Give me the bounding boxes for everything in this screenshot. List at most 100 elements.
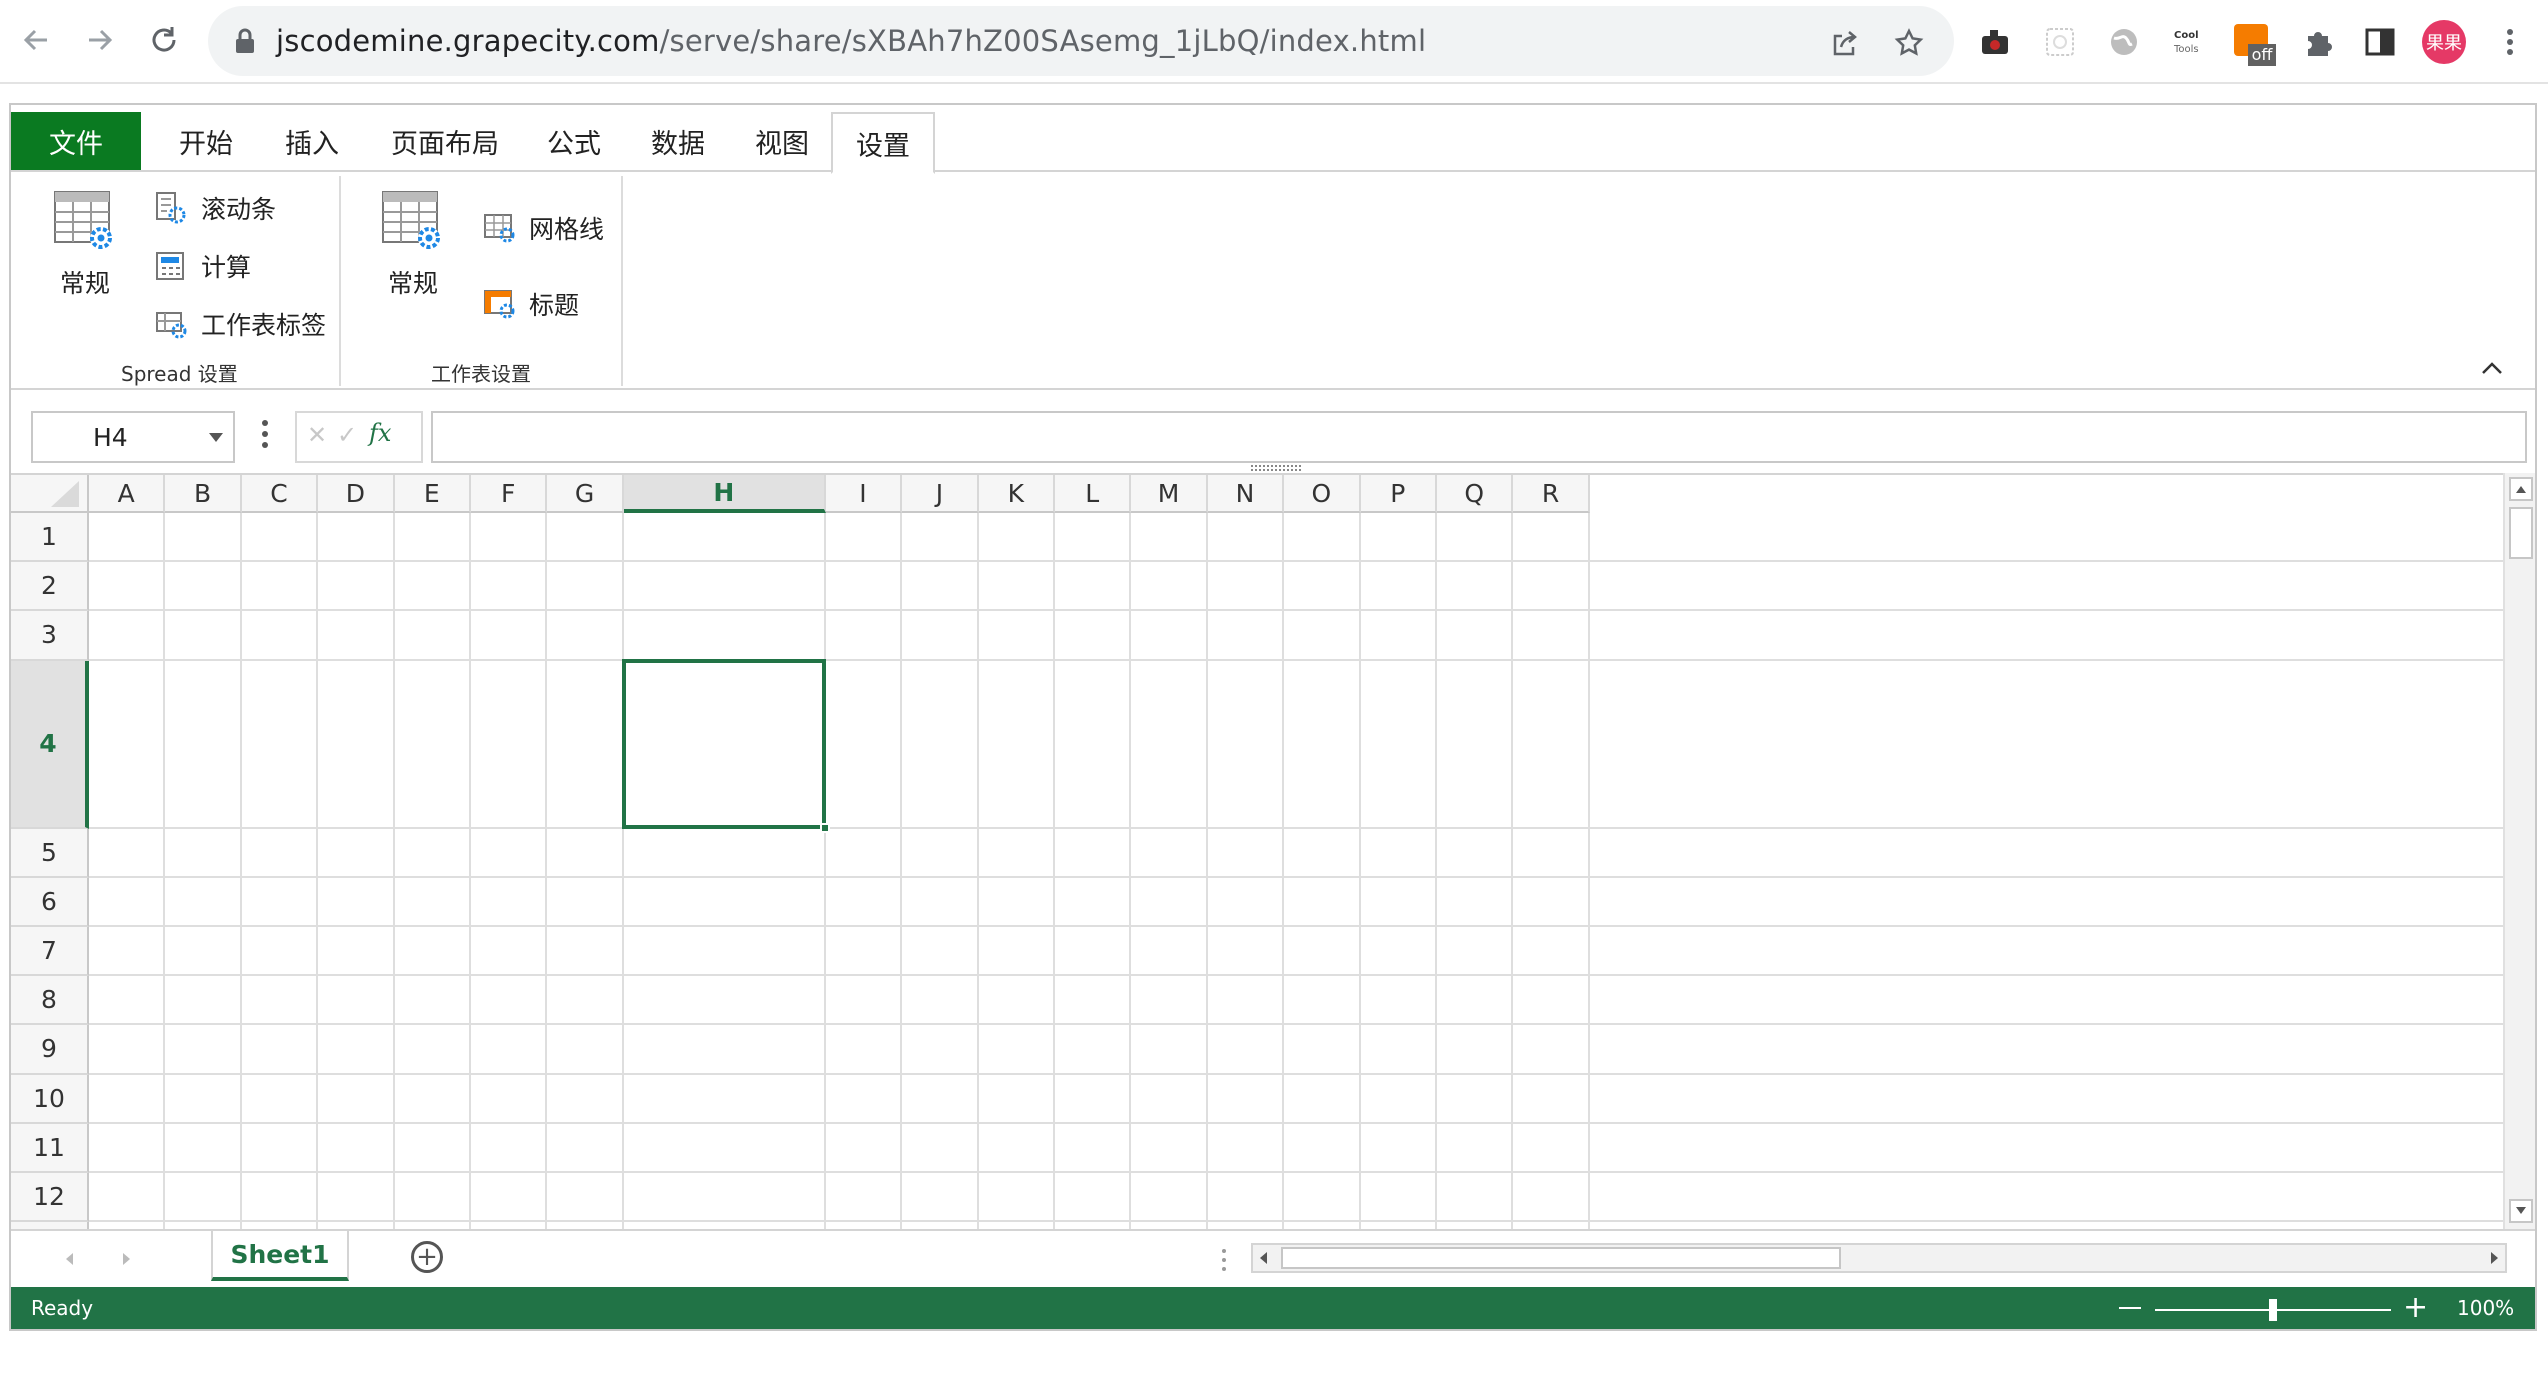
tab-view[interactable]: 视图 [737, 112, 827, 170]
gridlines-label: 网格线 [529, 215, 605, 244]
address-bar[interactable]: jscodemine.grapecity.com/serve/share/sXB… [208, 6, 1954, 76]
row-header[interactable]: 11 [11, 1123, 89, 1173]
row-gridline [89, 1072, 2503, 1075]
row-header[interactable]: 9 [11, 1025, 89, 1075]
row-header[interactable]: 5 [11, 828, 89, 878]
spread-general-button[interactable]: 常规 [25, 172, 145, 302]
horizontal-scrollbar[interactable] [1251, 1243, 2507, 1273]
zoom-in-icon[interactable]: + [2403, 1290, 2428, 1325]
tab-insert[interactable]: 插入 [267, 112, 357, 170]
next-sheet-icon[interactable] [121, 1251, 133, 1267]
zoom-slider-thumb[interactable] [2269, 1299, 2277, 1321]
column-header[interactable]: J [902, 475, 979, 513]
tab-settings[interactable]: 设置 [831, 112, 935, 174]
calculation-button[interactable]: 计算 [155, 244, 251, 288]
column-header[interactable]: L [1055, 475, 1132, 513]
prev-sheet-icon[interactable] [63, 1251, 75, 1267]
tab-data[interactable]: 数据 [633, 112, 723, 170]
column-header[interactable]: H [623, 475, 826, 513]
row-header[interactable]: 6 [11, 877, 89, 927]
formula-bar-resize-handle[interactable] [1251, 465, 1301, 471]
tab-home[interactable]: 开始 [161, 112, 251, 170]
row-header[interactable]: 3 [11, 611, 89, 661]
name-box[interactable]: H4 [31, 411, 235, 463]
tab-splitter-handle[interactable] [1221, 1247, 1227, 1273]
sheet-tab-sheet1[interactable]: Sheet1 [211, 1231, 349, 1281]
active-cell[interactable] [621, 658, 826, 829]
column-header[interactable]: C [241, 475, 319, 513]
row-header[interactable]: 2 [11, 562, 89, 612]
sheet-tabs-button[interactable]: 工作表标签 [155, 302, 326, 346]
zoom-out-icon[interactable] [2119, 1307, 2141, 1309]
column-header[interactable]: E [394, 475, 471, 513]
column-header[interactable]: Q [1437, 475, 1514, 513]
column-header[interactable]: N [1207, 475, 1285, 513]
bookmark-star-icon[interactable] [1894, 28, 1924, 58]
column-header[interactable]: K [978, 475, 1055, 513]
row-gridline [89, 1171, 2503, 1173]
headers-button[interactable]: 标题 [483, 282, 579, 326]
column-header[interactable]: D [318, 475, 395, 513]
vertical-scrollbar[interactable] [2503, 473, 2535, 1229]
column-header[interactable]: P [1360, 475, 1437, 513]
tab-page-layout[interactable]: 页面布局 [375, 112, 515, 170]
name-box-value: H4 [93, 423, 128, 452]
row-header[interactable]: 1 [11, 513, 89, 563]
tools-extension-icon[interactable]: Cool Tools [2170, 24, 2206, 60]
profile-avatar[interactable]: 果果 [2422, 20, 2466, 64]
row-gridline [89, 925, 2503, 927]
reload-icon[interactable] [142, 18, 186, 62]
side-panel-icon[interactable] [2362, 24, 2398, 60]
vertical-scroll-thumb[interactable] [2509, 507, 2533, 559]
row-header[interactable]: 13 [11, 1222, 89, 1229]
share-icon[interactable] [1830, 28, 1860, 58]
confirm-icon[interactable]: ✓ [337, 421, 357, 449]
add-sheet-icon[interactable]: + [411, 1241, 443, 1273]
column-header[interactable]: G [547, 475, 624, 513]
select-all-corner[interactable] [11, 475, 89, 513]
fx-icon[interactable]: fx [369, 419, 391, 447]
column-header[interactable]: A [89, 475, 166, 513]
row-header[interactable]: 4 [11, 660, 89, 829]
cancel-icon[interactable]: ✕ [307, 421, 327, 449]
tab-file[interactable]: 文件 [11, 112, 141, 170]
row-header[interactable]: 12 [11, 1173, 89, 1223]
puzzle-icon[interactable] [2300, 24, 2336, 60]
row-header[interactable]: 7 [11, 927, 89, 977]
ribbon-group-divider [621, 176, 623, 386]
column-header[interactable]: R [1513, 475, 1590, 513]
scroll-right-icon[interactable] [2489, 1250, 2501, 1266]
lock-icon[interactable] [234, 28, 256, 54]
column-header[interactable]: B [165, 475, 242, 513]
fill-handle[interactable] [819, 822, 830, 833]
column-header[interactable]: M [1131, 475, 1208, 513]
vertical-dots-icon[interactable] [259, 417, 271, 457]
row-header[interactable]: 10 [11, 1074, 89, 1124]
menu-icon[interactable] [2492, 24, 2528, 60]
back-icon[interactable] [14, 18, 58, 62]
column-header[interactable]: F [471, 475, 548, 513]
formula-input[interactable] [431, 411, 2527, 463]
column-header[interactable]: O [1284, 475, 1361, 513]
dashed-square-extension-icon[interactable] [2042, 24, 2078, 60]
scroll-down-icon[interactable] [2509, 1199, 2533, 1223]
zoom-level[interactable]: 100% [2457, 1296, 2514, 1320]
row-header[interactable]: 8 [11, 976, 89, 1026]
tab-formulas[interactable]: 公式 [529, 112, 619, 170]
scroll-left-icon[interactable] [1257, 1250, 1269, 1266]
gridlines-button[interactable]: 网格线 [483, 206, 604, 250]
sheet-general-button[interactable]: 常规 [353, 172, 473, 302]
spreadsheet-grid[interactable]: ABCDEFGHIJKLMNOPQR 123456789101112131415… [11, 473, 2503, 1229]
horizontal-scroll-thumb[interactable] [1281, 1247, 1841, 1269]
globe-extension-icon[interactable] [2106, 24, 2142, 60]
collapse-ribbon-icon[interactable] [2477, 356, 2507, 380]
url-text[interactable]: jscodemine.grapecity.com/serve/share/sXB… [276, 24, 1426, 58]
off-extension-icon[interactable]: off [2234, 24, 2276, 70]
scroll-up-icon[interactable] [2509, 477, 2533, 501]
column-header[interactable]: I [825, 475, 903, 513]
camera-extension-icon[interactable] [1978, 24, 2014, 60]
forward-icon[interactable] [78, 18, 122, 62]
scrollbar-button[interactable]: 滚动条 [155, 186, 276, 230]
url-host: jscodemine.grapecity.com [276, 24, 660, 58]
chevron-down-icon[interactable] [209, 433, 223, 442]
